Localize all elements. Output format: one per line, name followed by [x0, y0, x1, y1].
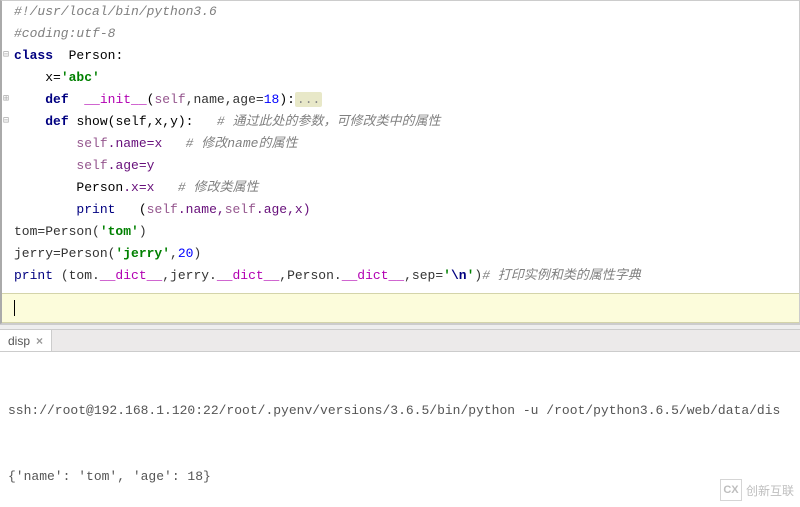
comment-modclass: # 修改类属性 [178, 180, 259, 195]
code-editor[interactable]: #!/usr/local/bin/python3.6 #coding:utf-8… [0, 0, 800, 324]
string-abc: 'abc' [61, 70, 100, 85]
text-cursor [14, 300, 15, 316]
keyword-class: class [14, 48, 53, 63]
tab-label: disp [8, 334, 30, 348]
dunder-init: __init__ [84, 92, 146, 107]
code-line: print (tom.__dict__,jerry.__dict__,Perso… [2, 265, 799, 287]
console-line: ssh://root@192.168.1.120:22/root/.pyenv/… [8, 400, 792, 422]
comment-modname: # 修改name的属性 [186, 136, 298, 151]
code-line: x='abc' [2, 67, 799, 89]
dunder-dict: __dict__ [100, 268, 162, 283]
code-line: #!/usr/local/bin/python3.6 [2, 1, 799, 23]
console-tab-bar: disp × [0, 330, 800, 352]
close-icon[interactable]: × [36, 334, 43, 348]
self-param: self [154, 92, 185, 107]
root-container: #!/usr/local/bin/python3.6 #coding:utf-8… [0, 0, 800, 507]
string-jerry: 'jerry' [115, 246, 170, 261]
dunder-dict: __dict__ [217, 268, 279, 283]
self-ref: self [76, 158, 107, 173]
code-line: ⊞ def __init__(self,name,age=18):... [2, 89, 799, 111]
code-line: ⊟ def show(self,x,y): # 通过此处的参数，可修改类中的属性 [2, 111, 799, 133]
editor-margin-area[interactable] [2, 293, 799, 323]
keyword-def: def [45, 92, 68, 107]
class-name: Person [69, 48, 116, 63]
self-ref: self [147, 202, 178, 217]
number-default: 18 [264, 92, 280, 107]
dunder-dict: __dict__ [342, 268, 404, 283]
comment-print: # 打印实例和类的属性字典 [482, 268, 641, 283]
code-line: ⊟class Person: [2, 45, 799, 67]
fold-toggle[interactable]: ⊟ [2, 111, 10, 133]
number-20: 20 [178, 246, 194, 261]
func-show: show [76, 114, 107, 129]
comment-show: # 通过此处的参数，可修改类中的属性 [217, 114, 441, 129]
fold-toggle[interactable]: ⊟ [2, 45, 10, 67]
shebang-comment: #!/usr/local/bin/python3.6 [14, 4, 217, 19]
console-output[interactable]: ssh://root@192.168.1.120:22/root/.pyenv/… [0, 352, 800, 507]
code-line: Person.x=x # 修改类属性 [2, 177, 799, 199]
builtin-print: print [14, 268, 53, 283]
code-line: tom=Person('tom') [2, 221, 799, 243]
self-ref: self [225, 202, 256, 217]
console-line: {'name': 'tom', 'age': 18} [8, 466, 792, 488]
code-line: jerry=Person('jerry',20) [2, 243, 799, 265]
assign-x: x= [45, 70, 61, 85]
code-line: print (self.name,self.age,x) [2, 199, 799, 221]
code-line: #coding:utf-8 [2, 23, 799, 45]
class-ref: Person [76, 180, 123, 195]
code-line: self.name=x # 修改name的属性 [2, 133, 799, 155]
self-ref: self [76, 136, 107, 151]
console-tab-disp[interactable]: disp × [0, 330, 52, 351]
builtin-print: print [76, 202, 115, 217]
escape-newline: \n [451, 268, 467, 283]
keyword-def: def [45, 114, 68, 129]
coding-comment: #coding:utf-8 [14, 26, 115, 41]
fold-toggle[interactable]: ⊞ [2, 89, 10, 111]
fold-ellipsis[interactable]: ... [295, 92, 322, 107]
code-line: self.age=y [2, 155, 799, 177]
string-tom: 'tom' [100, 224, 139, 239]
